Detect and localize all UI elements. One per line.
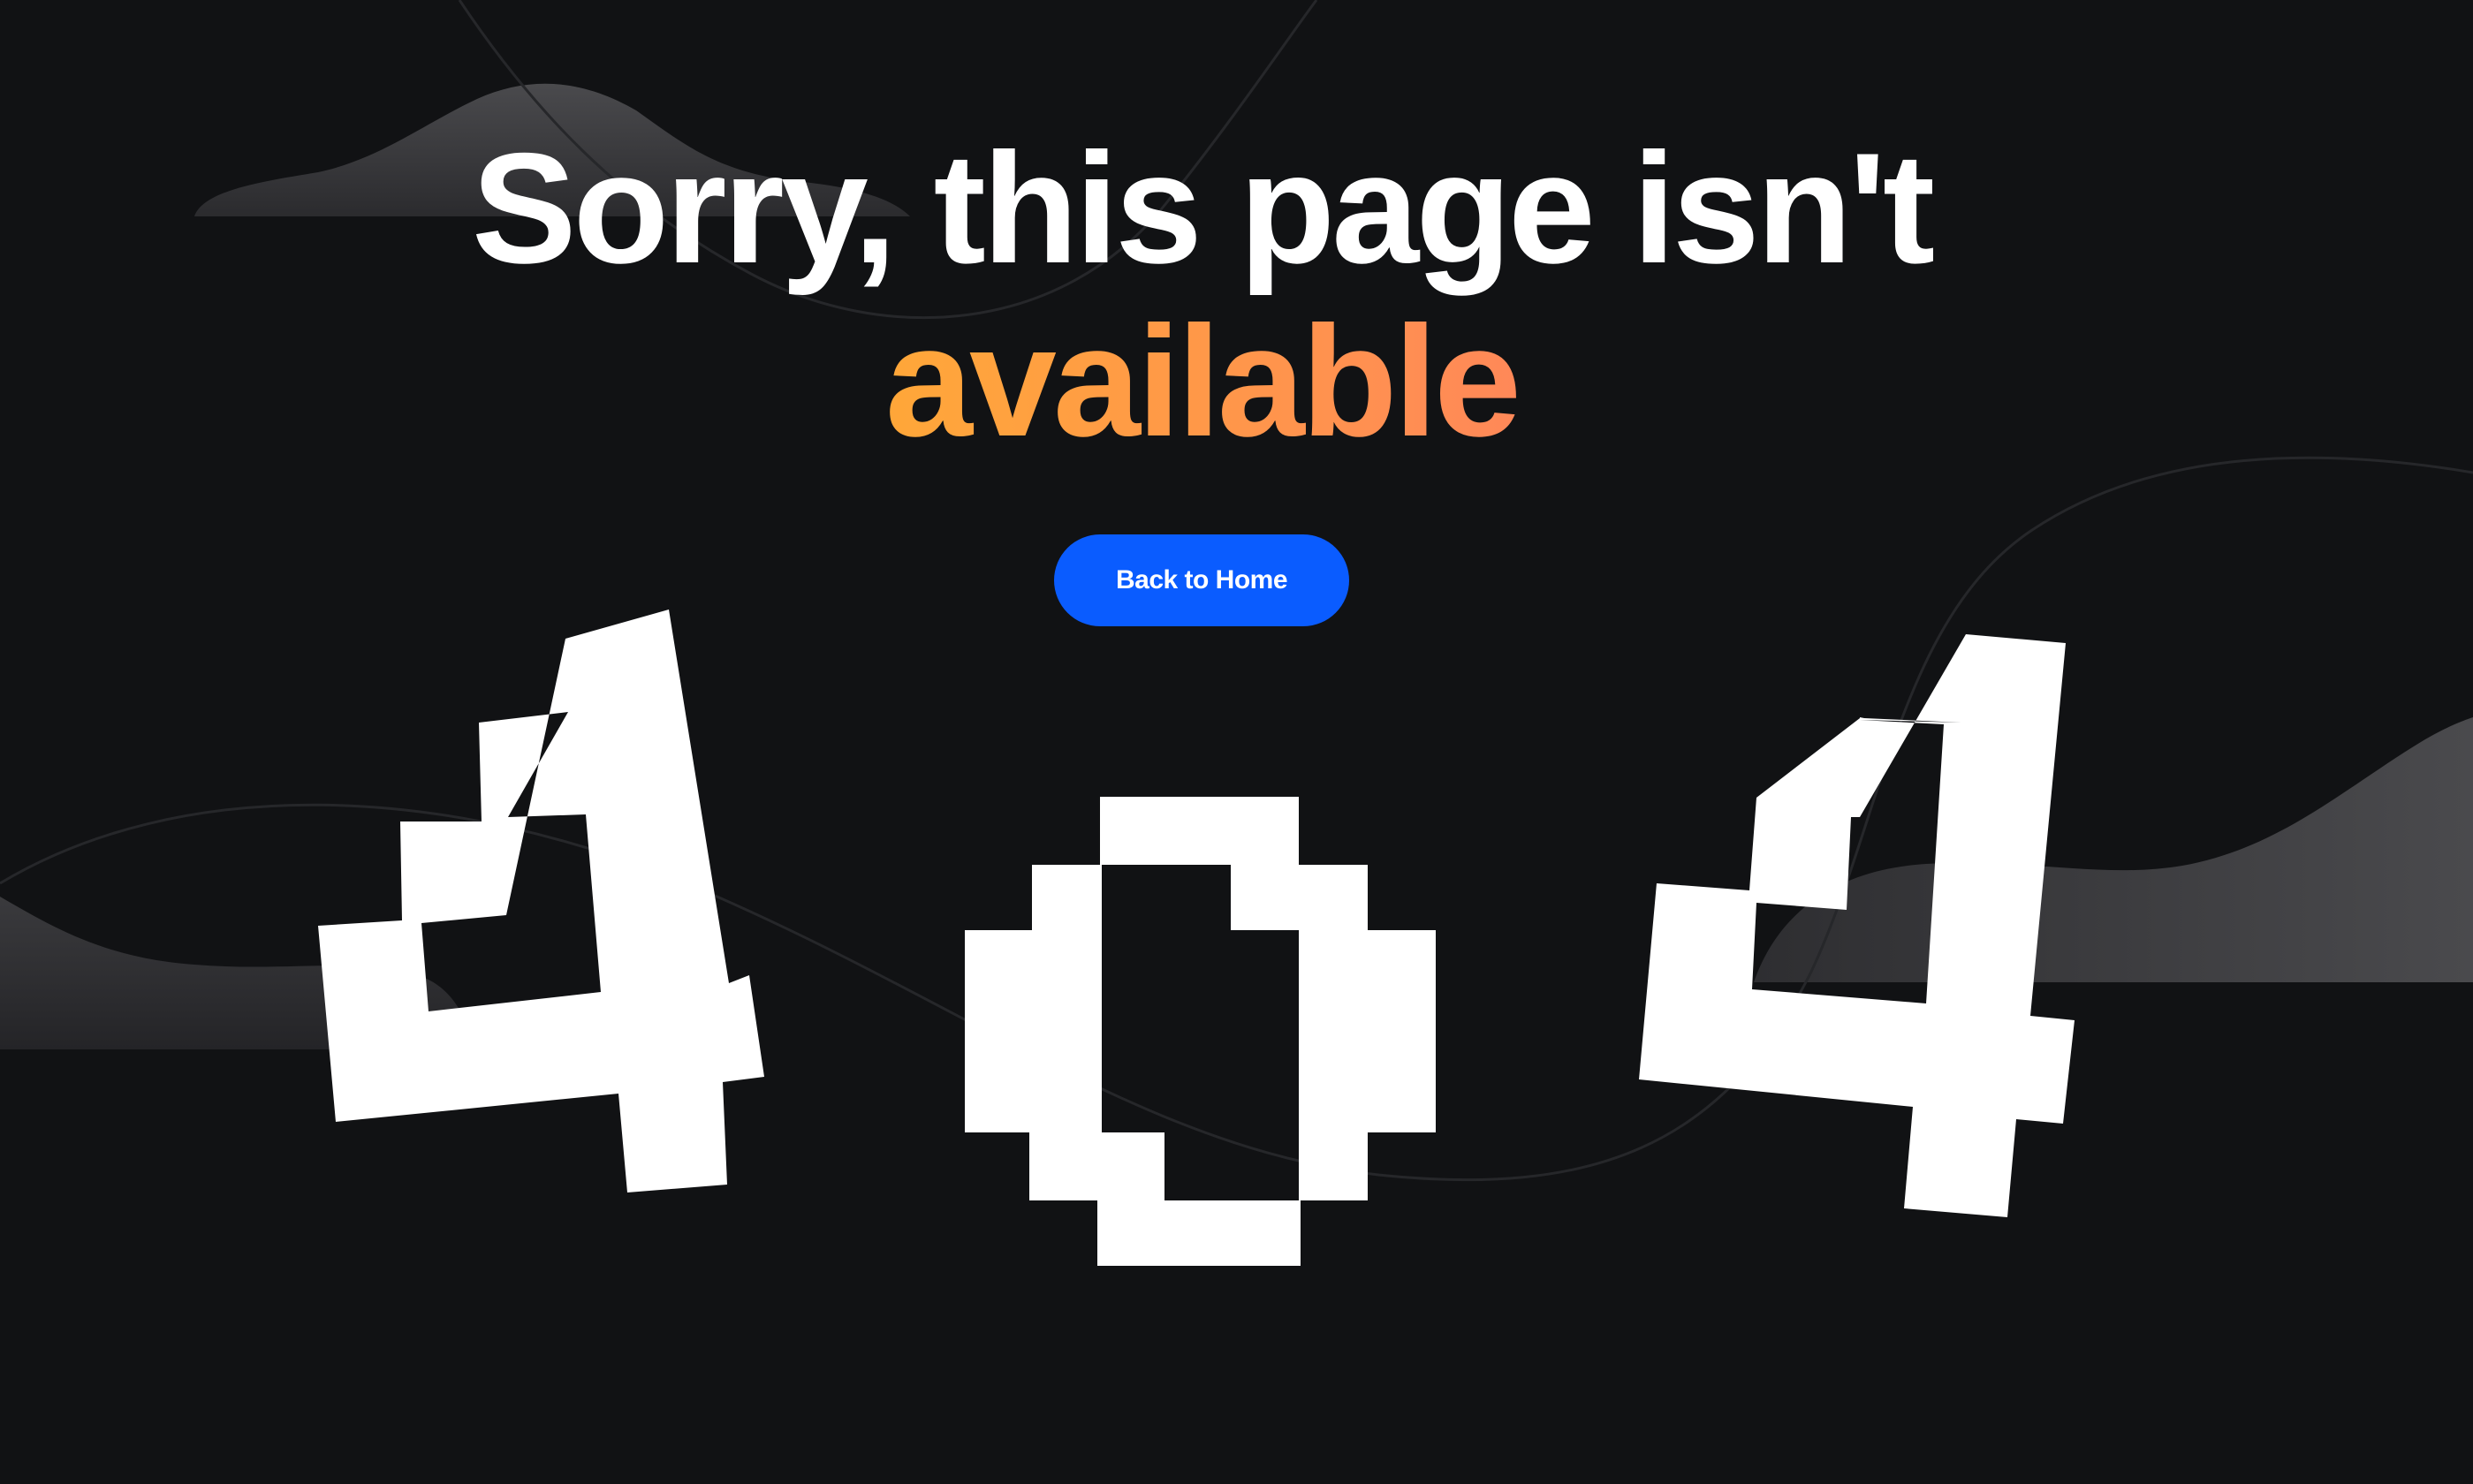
title-line-1: Sorry, this page isn't [471,120,1935,296]
back-to-home-button[interactable]: Back to Home [1054,534,1349,626]
page-title: Sorry, this page isn't available [0,122,2403,468]
cloud-shape-left [0,897,477,1049]
cloud-shape-right [1754,717,2473,982]
title-highlight-word: available [0,295,2403,468]
